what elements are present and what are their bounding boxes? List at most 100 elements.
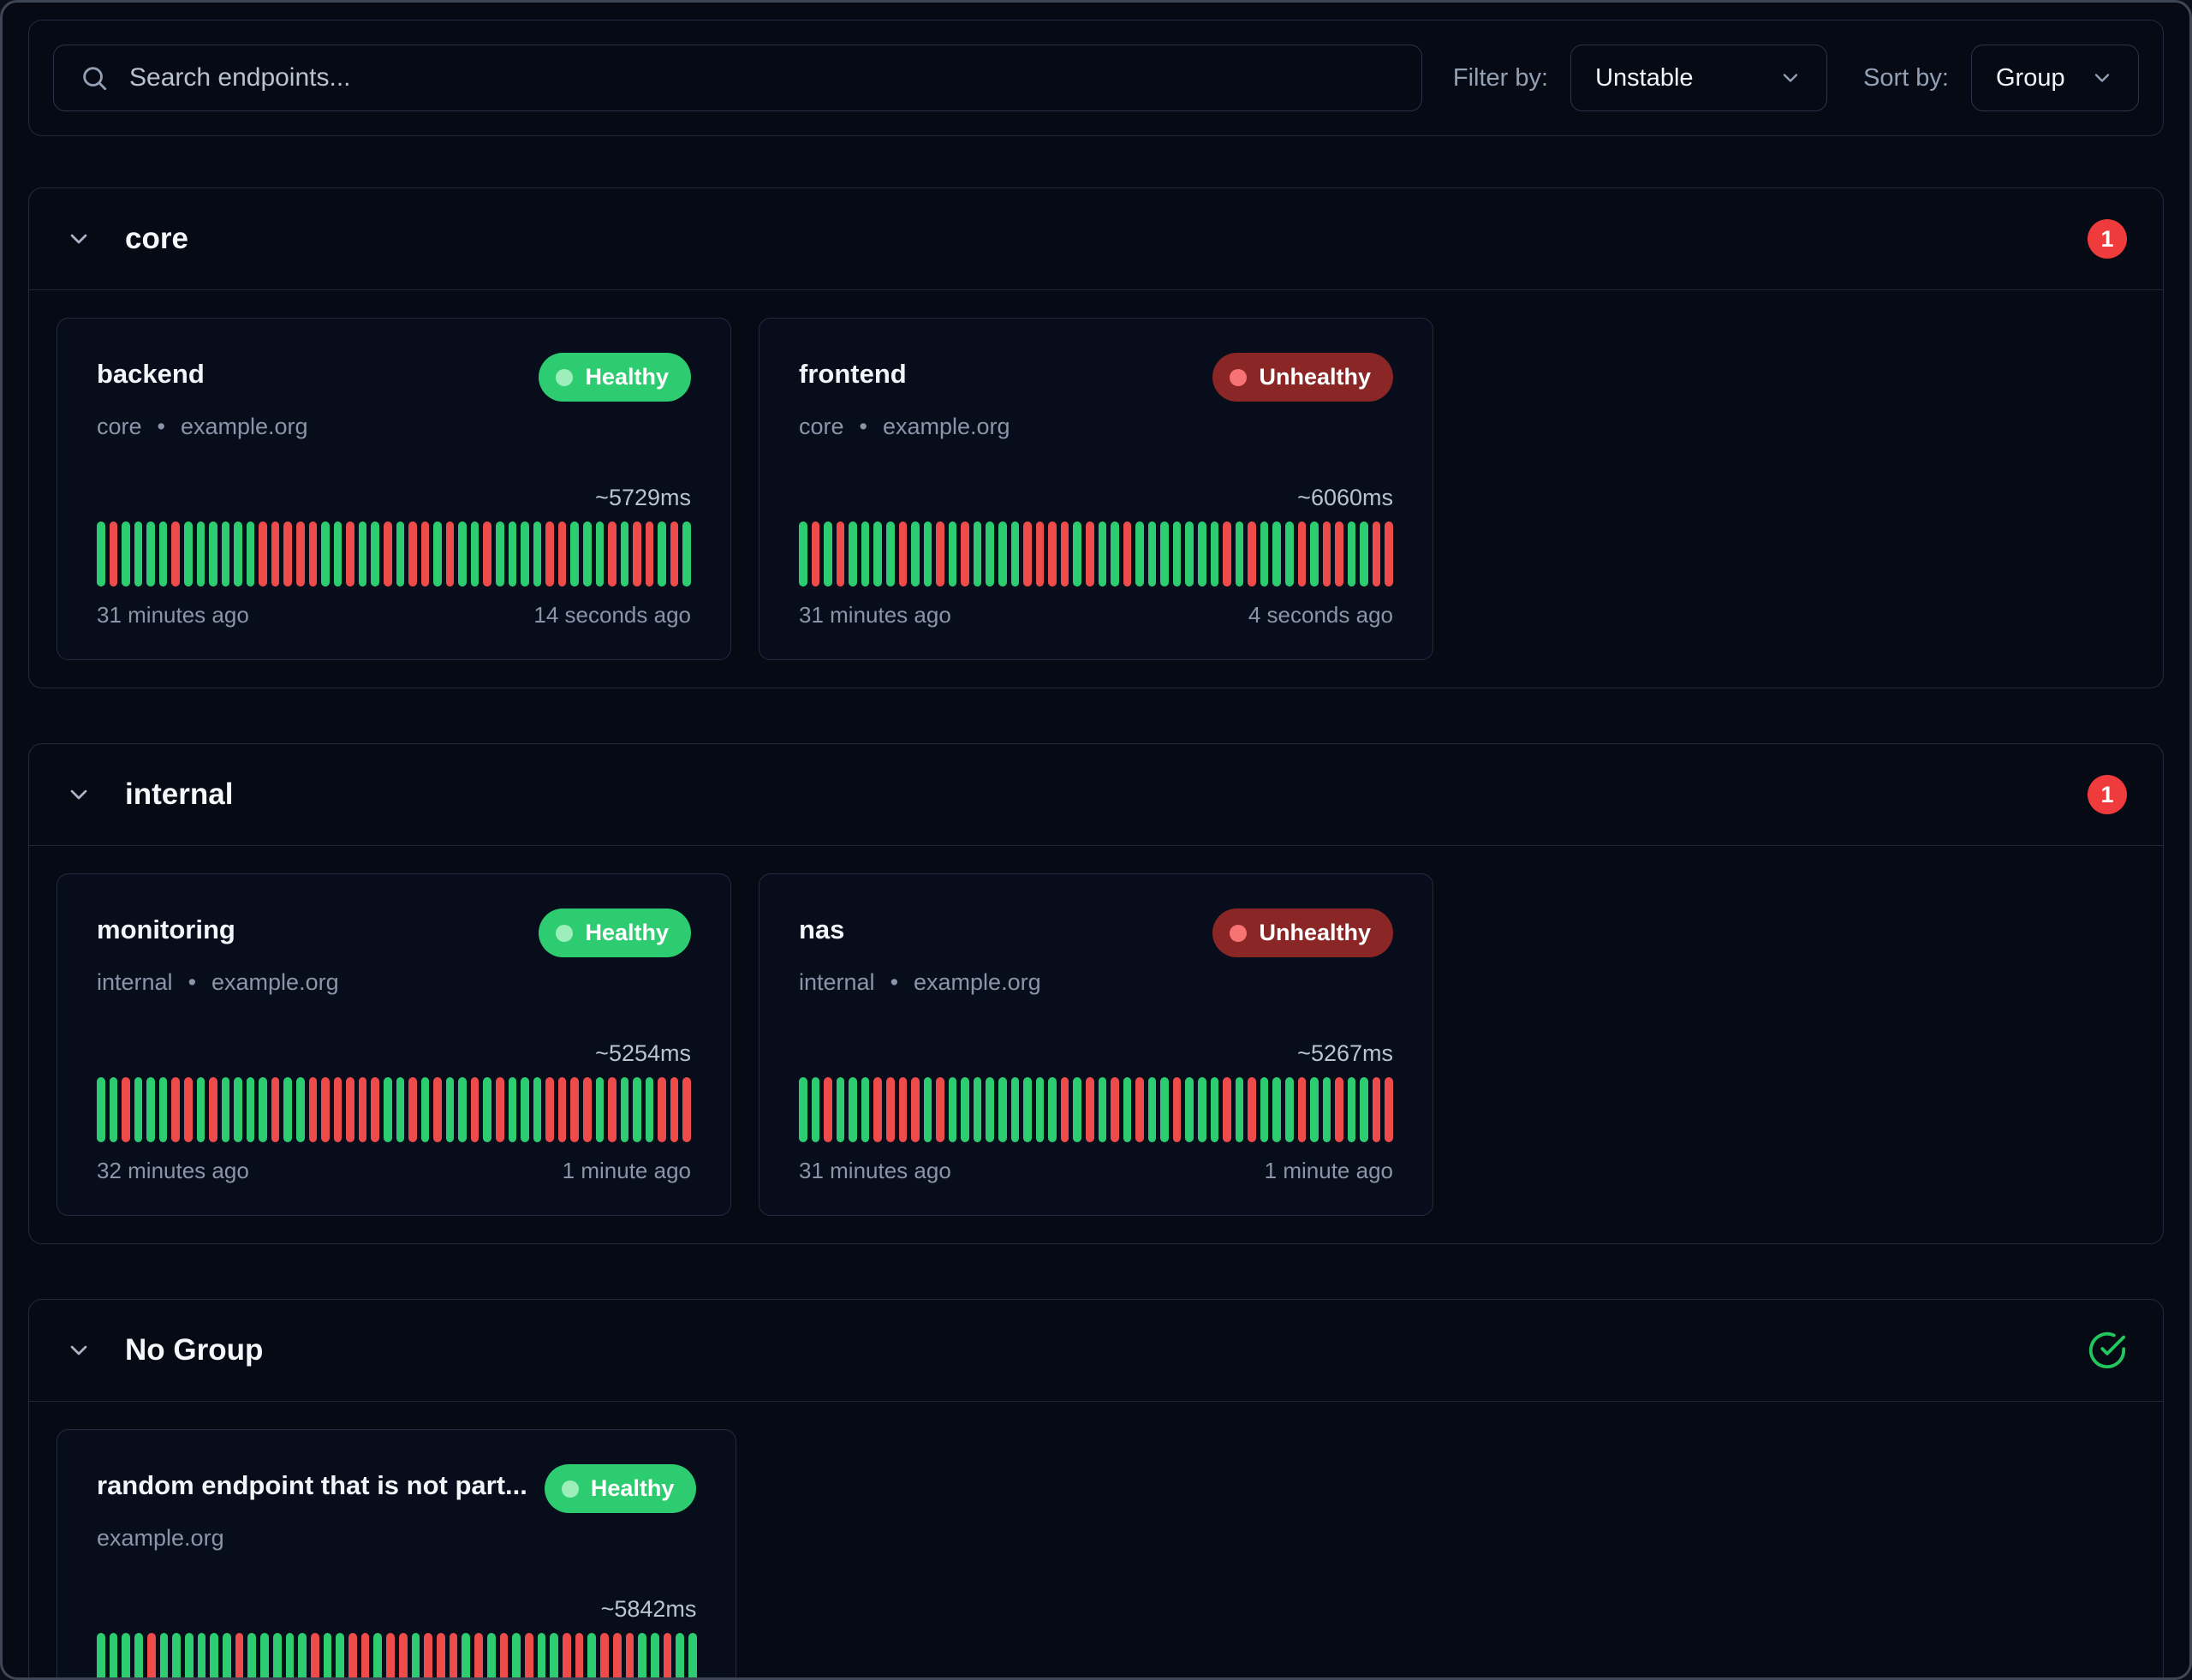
status-bar[interactable] <box>682 521 691 587</box>
chevron-down-icon[interactable] <box>65 781 92 808</box>
status-bar[interactable] <box>974 1077 982 1142</box>
status-bar[interactable] <box>533 1077 542 1142</box>
status-bar[interactable] <box>1260 521 1269 587</box>
status-bar[interactable] <box>1160 521 1169 587</box>
search-input[interactable] <box>129 63 1396 92</box>
status-bar[interactable] <box>412 1633 420 1680</box>
status-bar[interactable] <box>147 1633 156 1680</box>
status-bar[interactable] <box>651 1633 659 1680</box>
status-bar[interactable] <box>1086 1077 1094 1142</box>
status-bar[interactable] <box>658 1077 666 1142</box>
status-bar[interactable] <box>1285 521 1294 587</box>
status-bar[interactable] <box>146 521 155 587</box>
status-bar[interactable] <box>483 1077 491 1142</box>
status-bar[interactable] <box>371 1077 379 1142</box>
status-bar[interactable] <box>899 521 908 587</box>
status-bar[interactable] <box>1123 521 1132 587</box>
status-bar[interactable] <box>336 1633 344 1680</box>
status-bar[interactable] <box>271 521 280 587</box>
status-bar[interactable] <box>198 1633 206 1680</box>
status-bar[interactable] <box>222 521 230 587</box>
status-bar[interactable] <box>1061 521 1069 587</box>
status-bar[interactable] <box>1073 1077 1081 1142</box>
status-bar[interactable] <box>371 521 379 587</box>
status-bar[interactable] <box>1348 1077 1356 1142</box>
status-bar[interactable] <box>1123 1077 1132 1142</box>
status-bar[interactable] <box>483 521 491 587</box>
status-bar[interactable] <box>812 1077 820 1142</box>
status-bar[interactable] <box>886 521 895 587</box>
status-bar[interactable] <box>283 1077 292 1142</box>
status-bar[interactable] <box>558 521 567 587</box>
status-bar[interactable] <box>122 1077 130 1142</box>
uptime-bars[interactable] <box>97 521 691 587</box>
status-bar[interactable] <box>1385 1077 1393 1142</box>
status-bar[interactable] <box>298 1633 307 1680</box>
status-bar[interactable] <box>1298 521 1307 587</box>
status-bar[interactable] <box>1285 1077 1294 1142</box>
status-bar[interactable] <box>346 1077 354 1142</box>
status-bar[interactable] <box>172 1633 181 1680</box>
status-bar[interactable] <box>633 521 641 587</box>
status-bar[interactable] <box>1335 521 1343 587</box>
status-bar[interactable] <box>621 521 629 587</box>
status-bar[interactable] <box>812 521 820 587</box>
status-bar[interactable] <box>1111 521 1119 587</box>
status-bar[interactable] <box>122 1633 130 1680</box>
status-bar[interactable] <box>1211 1077 1219 1142</box>
status-bar[interactable] <box>608 1077 616 1142</box>
status-bar[interactable] <box>260 1633 269 1680</box>
uptime-bars[interactable] <box>97 1077 691 1142</box>
status-bar[interactable] <box>1360 1077 1368 1142</box>
status-bar[interactable] <box>348 1633 357 1680</box>
status-bar[interactable] <box>1223 1077 1231 1142</box>
status-bar[interactable] <box>450 1633 458 1680</box>
status-bar[interactable] <box>924 521 932 587</box>
status-bar[interactable] <box>873 521 882 587</box>
status-bar[interactable] <box>361 1633 370 1680</box>
status-bar[interactable] <box>134 521 143 587</box>
status-bar[interactable] <box>936 1077 944 1142</box>
status-bar[interactable] <box>247 1633 256 1680</box>
status-bar[interactable] <box>359 1077 367 1142</box>
status-bar[interactable] <box>676 1633 684 1680</box>
status-bar[interactable] <box>1373 521 1381 587</box>
status-bar[interactable] <box>283 521 292 587</box>
status-bar[interactable] <box>538 1633 546 1680</box>
status-bar[interactable] <box>97 1633 105 1680</box>
status-bar[interactable] <box>458 1077 467 1142</box>
status-bar[interactable] <box>545 1077 554 1142</box>
status-bar[interactable] <box>1373 1077 1381 1142</box>
status-bar[interactable] <box>861 521 870 587</box>
status-bar[interactable] <box>296 1077 305 1142</box>
status-bar[interactable] <box>235 1633 244 1680</box>
status-bar[interactable] <box>1148 521 1157 587</box>
status-bar[interactable] <box>171 1077 180 1142</box>
status-bar[interactable] <box>824 1077 832 1142</box>
status-bar[interactable] <box>849 1077 857 1142</box>
status-bar[interactable] <box>998 521 1007 587</box>
status-bar[interactable] <box>110 1633 118 1680</box>
status-bar[interactable] <box>247 1077 255 1142</box>
status-bar[interactable] <box>1198 1077 1206 1142</box>
status-bar[interactable] <box>223 1633 231 1680</box>
status-bar[interactable] <box>682 1077 691 1142</box>
status-bar[interactable] <box>496 521 504 587</box>
uptime-bars[interactable] <box>799 1077 1393 1142</box>
status-bar[interactable] <box>1223 521 1231 587</box>
status-bar[interactable] <box>688 1633 697 1680</box>
status-bar[interactable] <box>1011 521 1020 587</box>
status-bar[interactable] <box>570 521 579 587</box>
group-header-internal[interactable]: internal 1 <box>29 744 2163 846</box>
status-bar[interactable] <box>500 1633 509 1680</box>
status-bar[interactable] <box>309 1077 318 1142</box>
status-bar[interactable] <box>1236 521 1244 587</box>
status-bar[interactable] <box>234 1077 242 1142</box>
status-bar[interactable] <box>550 1633 558 1680</box>
status-bar[interactable] <box>587 1633 596 1680</box>
status-bar[interactable] <box>1335 1077 1343 1142</box>
status-bar[interactable] <box>386 1633 395 1680</box>
status-bar[interactable] <box>259 1077 267 1142</box>
uptime-bars[interactable] <box>799 521 1393 587</box>
status-bar[interactable] <box>373 1633 382 1680</box>
